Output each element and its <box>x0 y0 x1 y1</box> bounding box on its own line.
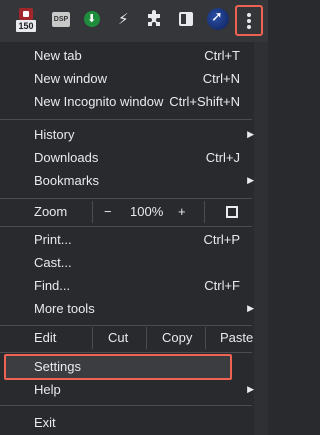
menu-item-downloads[interactable]: Downloads Ctrl+J <box>0 147 252 169</box>
menu-item-shortcut: Ctrl+Shift+N <box>169 94 240 109</box>
edit-divider <box>146 327 147 349</box>
menu-item-shortcut: Ctrl+P <box>203 232 240 247</box>
zoom-level: 100% <box>130 204 164 219</box>
menu-item-history[interactable]: History ▶ <box>0 124 254 146</box>
menu-item-shortcut: Ctrl+T <box>204 48 240 63</box>
ublock-shield <box>19 8 33 20</box>
submenu-arrow-icon: ▶ <box>247 130 254 140</box>
menu-item-label: History <box>34 127 75 142</box>
submenu-arrow-icon: ▶ <box>247 385 254 395</box>
menu-item-label: Edit <box>34 330 57 345</box>
menu-item-shortcut: Ctrl+N <box>202 71 240 86</box>
zoom-divider <box>92 201 93 223</box>
ublock-icon[interactable]: 150 <box>16 8 36 34</box>
menu-item-label: Zoom <box>34 204 68 219</box>
menu-divider <box>0 198 252 199</box>
menu-item-label: Bookmarks <box>34 173 100 188</box>
menu-item-shortcut: Ctrl+F <box>204 278 240 293</box>
menu-item-label: More tools <box>34 301 95 316</box>
edit-divider <box>205 327 206 349</box>
menu-divider <box>0 352 252 353</box>
menu-divider <box>0 119 252 120</box>
menu-item-settings[interactable]: Settings <box>0 356 252 378</box>
menu-item-label: Find... <box>34 278 71 293</box>
menu-item-label: Exit <box>34 415 56 430</box>
side-panel-icon[interactable] <box>179 12 193 26</box>
menu-item-exit[interactable]: Exit <box>0 412 252 434</box>
menu-item-new-window[interactable]: New window Ctrl+N <box>0 68 252 90</box>
menu-item-bookmarks[interactable]: Bookmarks ▶ <box>0 170 254 192</box>
puzzle-icon[interactable] <box>145 10 163 28</box>
avatar[interactable] <box>207 8 229 30</box>
menu-item-new-incognito[interactable]: New Incognito window Ctrl+Shift+N <box>0 91 252 113</box>
menu-divider <box>0 405 252 406</box>
menu-item-label: New Incognito window <box>34 94 164 109</box>
dsp-icon[interactable]: DSP <box>52 12 70 27</box>
submenu-arrow-icon: ▶ <box>247 176 254 186</box>
menu-item-more-tools[interactable]: More tools ▶ <box>0 298 254 320</box>
kebab-menu-icon[interactable] <box>235 5 263 36</box>
paste-button[interactable]: Paste <box>220 327 253 349</box>
menu-item-label: Downloads <box>34 150 99 165</box>
menu-item-edit: Edit Cut Copy Paste <box>0 327 253 349</box>
edit-divider <box>92 327 93 349</box>
menu-scrollbar[interactable] <box>254 42 268 435</box>
download-icon[interactable] <box>84 11 100 27</box>
submenu-arrow-icon: ▶ <box>247 304 254 314</box>
menu-item-label: Help <box>34 382 61 397</box>
zoom-in-button[interactable]: + <box>178 201 186 223</box>
menu-item-find[interactable]: Find... Ctrl+F <box>0 275 252 297</box>
menu-item-label: Settings <box>34 359 81 374</box>
fullscreen-icon[interactable] <box>226 206 238 218</box>
cut-button[interactable]: Cut <box>108 327 128 349</box>
bolt-icon[interactable]: ⚡ <box>118 10 129 28</box>
menu-item-print[interactable]: Print... Ctrl+P <box>0 229 252 251</box>
zoom-divider <box>204 201 205 223</box>
menu-item-label: New tab <box>34 48 82 63</box>
copy-button[interactable]: Copy <box>162 327 192 349</box>
menu-item-label: New window <box>34 71 107 86</box>
zoom-out-button[interactable]: − <box>104 201 112 223</box>
menu-item-label: Print... <box>34 232 72 247</box>
menu-item-label: Cast... <box>34 255 72 270</box>
menu-item-cast[interactable]: Cast... <box>0 252 252 274</box>
menu-item-new-tab[interactable]: New tab Ctrl+T <box>0 45 252 67</box>
menu-item-help[interactable]: Help ▶ <box>0 379 254 401</box>
menu-divider <box>0 226 252 227</box>
ublock-badge: 150 <box>16 20 36 32</box>
menu-item-shortcut: Ctrl+J <box>205 150 240 165</box>
menu-item-zoom: Zoom − 100% + <box>0 201 252 223</box>
menu-divider <box>0 325 252 326</box>
browser-toolbar: 150 DSP ⚡ <box>0 0 268 42</box>
